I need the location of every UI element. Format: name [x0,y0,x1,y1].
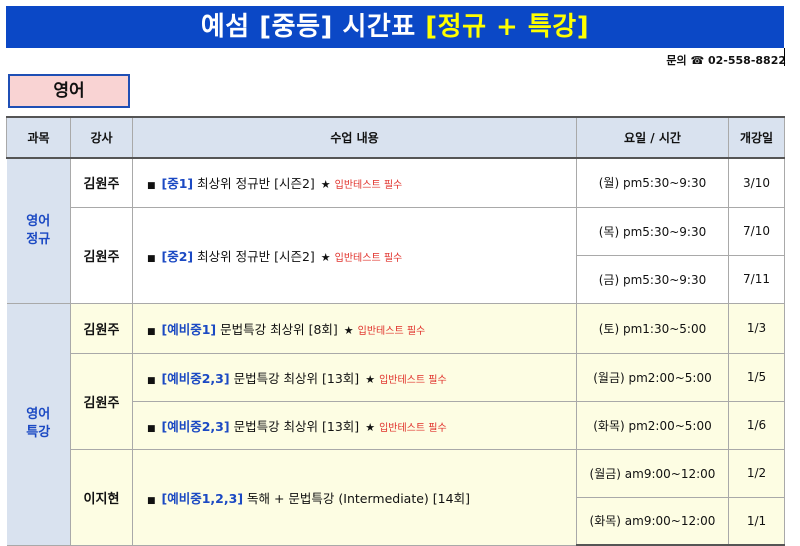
header-teacher: 강사 [70,116,133,159]
header-content: 수업 내용 [132,116,577,159]
course-code: [예비중2,3] [161,370,230,386]
course-cell: ■ [중1] 최상위 정규반 [시즌2] ★ 입반테스트 필수 [132,157,577,208]
course-desc: 최상위 정규반 [시즌2] [197,248,315,264]
course-cell: ■ [예비중2,3] 문법특강 최상위 [13회] ★ 입반테스트 필수 [132,400,577,450]
teacher-cell: 김원주 [70,157,133,208]
schedule-cell: (금) pm5:30~9:30 [576,254,729,304]
divider [784,48,785,66]
start-date-cell: 1/2 [728,448,785,498]
header-schedule: 요일 / 시간 [576,116,729,159]
subject-tab: 영어 [8,74,130,108]
star-icon: ★ [343,323,354,337]
schedule-cell: (월금) am9:00~12:00 [576,448,729,498]
course-desc: 문법특강 최상위 [8회] [220,321,338,337]
schedule-cell: (토) pm1:30~5:00 [576,302,729,354]
course-code: [예비중1,2,3] [161,490,244,506]
schedule-cell: (화목) am9:00~12:00 [576,496,729,546]
timetable: 과목 강사 수업 내용 요일 / 시간 개강일 영어 정규 김원주 ■ [중1] … [6,116,785,546]
bullet-icon: ■ [147,423,156,434]
contact-label: 문의 [666,54,687,67]
header-subject: 과목 [6,116,71,159]
course-code: [예비중2,3] [161,418,230,434]
banner-title: 예섬 [중등] 시간표 [200,12,416,42]
contact-info: 문의 ☎ 02-558-8822 [666,52,786,68]
course-cell: ■ [예비중1,2,3] 독해 + 문법특강 (Intermediate) [14… [132,448,577,546]
start-date-cell: 7/10 [728,206,785,256]
course-desc: 최상위 정규반 [시즌2] [197,176,315,192]
course-code: [중1] [161,176,194,192]
bullet-icon: ■ [147,326,156,337]
bullet-icon: ■ [147,375,156,386]
course-note: 입반테스트 필수 [334,252,403,264]
start-date-cell: 1/1 [728,496,785,546]
start-date-cell: 1/6 [728,400,785,450]
schedule-cell: (목) pm5:30~9:30 [576,206,729,256]
category-label: 영어 특강 [26,407,51,440]
start-date-cell: 7/11 [728,254,785,304]
course-note: 입반테스트 필수 [379,374,447,386]
page-banner: 예섬 [중등] 시간표 [정규 + 특강] [6,6,784,48]
course-code: [중2] [161,248,194,264]
course-cell: ■ [예비중2,3] 문법특강 최상위 [13회] ★ 입반테스트 필수 [132,352,577,402]
course-cell: ■ [중2] 최상위 정규반 [시즌2] ★ 입반테스트 필수 [132,206,577,304]
category-label: 영어 정규 [26,213,51,247]
start-date-cell: 3/10 [728,157,785,208]
schedule-cell: (월) pm5:30~9:30 [576,157,729,208]
bullet-icon: ■ [147,253,156,264]
course-desc: 문법특강 최상위 [13회] [233,370,360,386]
teacher-cell: 김원주 [70,302,133,354]
teacher-cell: 김원주 [70,206,133,304]
course-code: [예비중1] [161,321,217,337]
teacher-cell: 이지현 [70,448,133,546]
start-date-cell: 1/3 [728,302,785,354]
contact-phone: ☎ 02-558-8822 [690,54,786,67]
category-special: 영어 특강 [6,302,71,546]
star-icon: ★ [320,250,331,264]
course-desc: 독해 + 문법특강 (Intermediate) [14회] [247,490,470,506]
table-row: 영어 특강 김원주 ■ [예비중1] 문법특강 최상위 [8회] ★ 입반테스트 필수… [6,302,785,546]
header-start-date: 개강일 [728,116,785,159]
table-row: 김원주 ■ [예비중2,3] 문법특강 최상위 [13회] ★ 입반테스트 필수 (월… [7,352,785,450]
category-regular: 영어 정규 [6,157,71,304]
table-row: 영어 정규 김원주 ■ [중1] 최상위 정규반 [시즌2] ★ 입반테스트 필수 (… [6,157,785,304]
course-note: 입반테스트 필수 [334,180,403,192]
course-desc: 문법특강 최상위 [13회] [233,418,360,434]
course-note: 입반테스트 필수 [357,325,426,337]
start-date-cell: 1/5 [728,352,785,402]
course-note: 입반테스트 필수 [379,422,447,434]
schedule-cell: (월금) pm2:00~5:00 [576,352,729,402]
banner-highlight: [정규 + 특강] [425,12,590,42]
star-icon: ★ [320,178,331,192]
course-cell: ■ [예비중1] 문법특강 최상위 [8회] ★ 입반테스트 필수 [132,302,577,354]
star-icon: ★ [365,420,376,434]
table-row: 김원주 ■ [중2] 최상위 정규반 [시즌2] ★ 입반테스트 필수 (목) pm5… [7,206,785,304]
teacher-cell: 김원주 [70,352,133,450]
bullet-icon: ■ [147,181,156,192]
table-header-row: 과목 강사 수업 내용 요일 / 시간 개강일 [6,116,785,159]
table-row: 이지현 ■ [예비중1,2,3] 독해 + 문법특강 (Intermediate)… [7,448,785,546]
schedule-cell: (화목) pm2:00~5:00 [576,400,729,450]
bullet-icon: ■ [147,495,156,506]
star-icon: ★ [365,372,376,386]
